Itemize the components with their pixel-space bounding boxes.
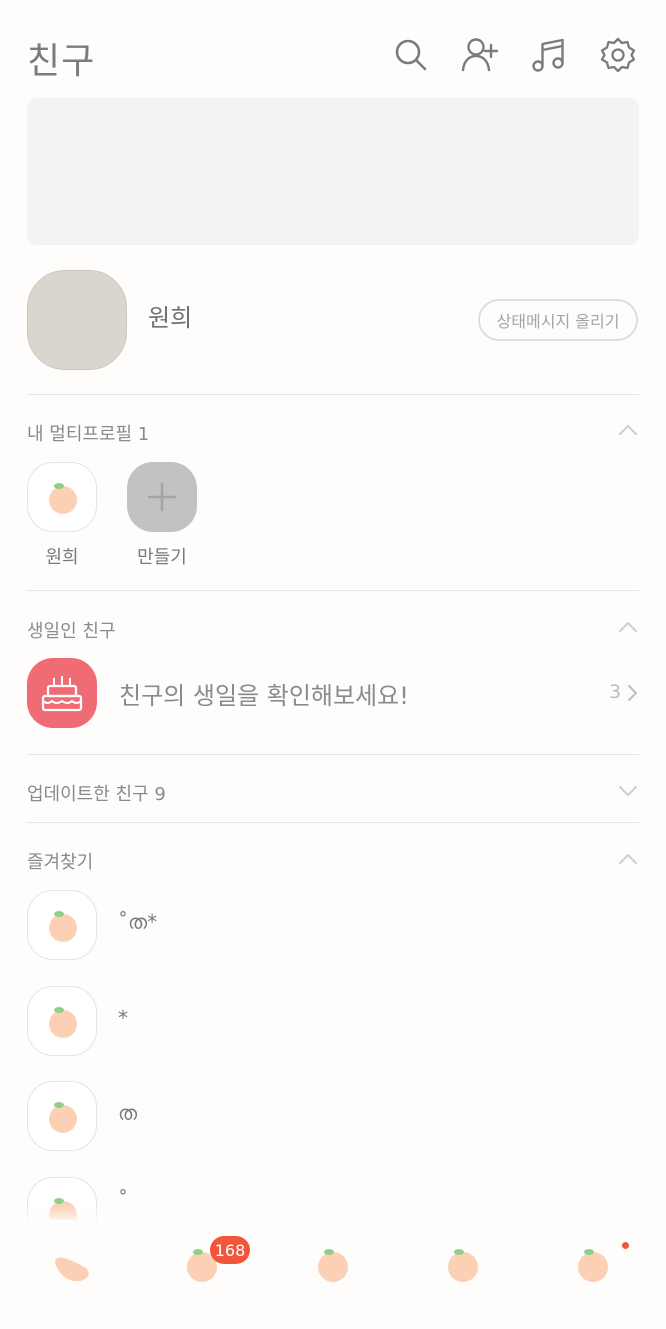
settings-icon[interactable]	[599, 36, 637, 74]
favorite-friend-name[interactable]: *	[118, 1006, 128, 1030]
divider	[27, 590, 639, 591]
new-notification-dot	[622, 1242, 629, 1249]
shopping-tab-peach-icon[interactable]	[443, 1244, 483, 1284]
peach-icon	[49, 1007, 77, 1038]
peach-icon	[49, 1102, 77, 1133]
birthday-section-title: 생일인 친구	[27, 621, 116, 642]
my-profile-avatar[interactable]	[27, 270, 127, 370]
view-tab-peach-icon[interactable]	[313, 1244, 353, 1284]
bottom-tab-bar	[0, 1220, 666, 1329]
favorite-friend-name[interactable]: ത	[118, 1101, 137, 1125]
birthday-cake-avatar[interactable]	[27, 658, 97, 728]
divider	[27, 754, 639, 755]
status-message-button[interactable]: 상태메시지 올리기	[478, 299, 638, 341]
multi-profile-chip[interactable]	[27, 462, 97, 532]
create-multi-profile-button[interactable]	[127, 462, 197, 532]
add-friend-icon[interactable]	[461, 36, 499, 74]
header: 친구	[0, 0, 666, 98]
create-multi-profile-label: 만들기	[137, 547, 187, 568]
updated-friends-section-title[interactable]: 업데이트한 친구 9	[27, 780, 166, 806]
friends-tab-peach-icon[interactable]	[52, 1244, 92, 1284]
more-tab-peach-icon[interactable]	[573, 1244, 613, 1284]
chevron-down-icon[interactable]	[618, 785, 638, 797]
divider	[27, 822, 639, 823]
peach-icon	[49, 483, 77, 514]
divider	[27, 394, 639, 395]
favorite-friend-avatar[interactable]	[27, 986, 97, 1056]
music-icon[interactable]	[529, 36, 567, 74]
chevron-up-icon[interactable]	[618, 621, 638, 633]
chevron-up-icon[interactable]	[618, 424, 638, 436]
multi-profile-label: 원희	[45, 547, 79, 568]
my-profile-name[interactable]: 원희	[148, 298, 192, 333]
favorite-friend-avatar[interactable]	[27, 1081, 97, 1151]
multi-profile-section-title: 내 멀티프로필 1	[27, 424, 150, 445]
favorite-friend-name[interactable]: ˚ത*	[118, 910, 157, 934]
favorites-section-title: 즐겨찾기	[27, 852, 94, 873]
ad-banner[interactable]	[27, 98, 639, 245]
favorite-friend-avatar[interactable]	[27, 890, 97, 960]
unread-chats-badge: 168	[210, 1236, 250, 1264]
birthday-count: 3	[609, 681, 622, 703]
chevron-up-icon[interactable]	[618, 853, 638, 865]
page-title: 친구	[27, 41, 96, 82]
search-icon[interactable]	[392, 36, 430, 74]
birthday-prompt[interactable]: 친구의 생일을 확인해보세요!	[119, 676, 409, 711]
chevron-right-icon[interactable]	[626, 684, 638, 702]
plus-icon	[147, 482, 177, 512]
peach-icon	[49, 911, 77, 942]
cake-icon	[41, 676, 83, 712]
